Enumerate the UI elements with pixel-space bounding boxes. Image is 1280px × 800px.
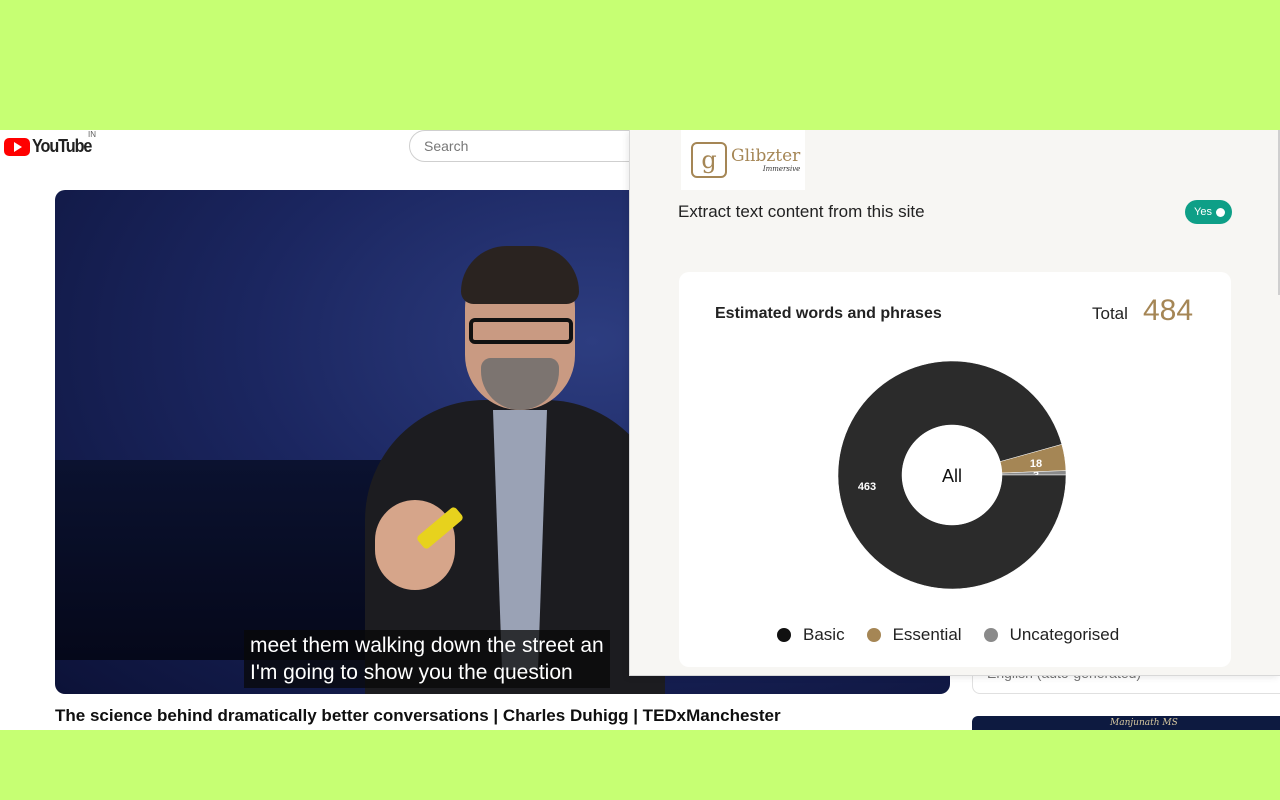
legend-item-essential[interactable]: Essential [866,625,962,645]
stats-card: Estimated words and phrases Total 484 18… [679,272,1231,667]
glibzter-panel: g Glibzter Immersive Extract text conten… [629,130,1280,676]
search-placeholder: Search [424,138,469,154]
video-captions: meet them walking down the street an I'm… [244,630,610,688]
toggle-knob [1215,207,1225,217]
youtube-play-icon [4,137,30,156]
slice-value-label: 463 [858,481,876,493]
brand-subtitle: Immersive [762,165,801,173]
chart-legend: Basic Essential Uncategorised [777,625,1141,645]
caption-line: I'm going to show you the question [250,661,573,684]
total-value: 484 [1143,294,1194,327]
speaker-figure [355,240,675,694]
youtube-wordmark: YouTube [32,136,92,156]
glibzter-mark-icon: g [691,142,727,178]
browser-viewport: YouTube IN Search meet them walking down… [0,130,1280,730]
slice-value-label: 18 [1030,458,1042,470]
toggle-label: Yes [1194,206,1212,218]
legend-dot [866,628,881,642]
card-title: Estimated words and phrases [715,305,942,322]
country-code: IN [88,130,96,139]
legend-label: Uncategorised [1009,625,1120,644]
total-label: Total [1092,304,1128,323]
donut-center-label: All [942,466,962,486]
legend-dot [777,628,791,642]
video-title: The science behind dramatically better c… [55,706,781,725]
legend-label: Basic [803,625,845,644]
legend-dot [983,628,998,642]
glibzter-logo: g Glibzter Immersive [681,130,805,190]
brand-name: Glibzter [731,146,801,166]
youtube-logo[interactable]: YouTube [4,136,98,157]
legend-item-uncategorised[interactable]: Uncategorised [983,625,1120,645]
legend-item-basic[interactable]: Basic [777,625,845,645]
donut-chart[interactable]: 183463All [834,357,1070,593]
extract-toggle[interactable]: Yes [1185,200,1232,224]
legend-label: Essential [892,625,962,644]
thumbnail-text: Manjunath MS [1110,718,1178,728]
extract-text-label: Extract text content from this site [678,202,925,221]
caption-line: meet them walking down the street an [250,634,604,657]
